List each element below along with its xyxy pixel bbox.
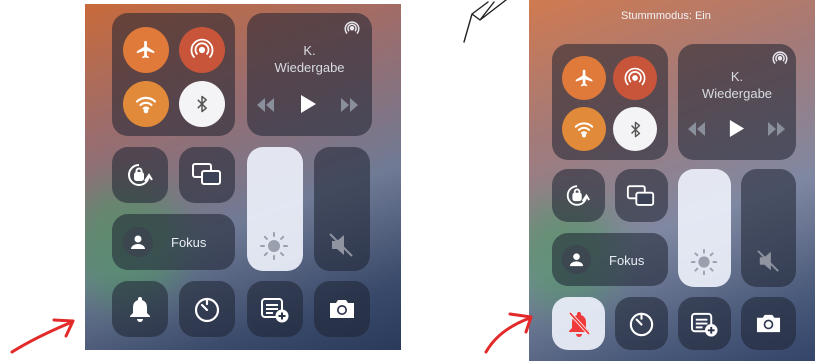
media-title-line1: K. xyxy=(303,43,316,58)
airdrop-icon xyxy=(190,38,214,62)
wifi-button[interactable] xyxy=(562,107,606,151)
rewind-icon[interactable] xyxy=(255,98,275,112)
media-title: K. Wiedergabe xyxy=(678,68,796,102)
airplane-icon xyxy=(135,39,157,61)
media-title-line2: Wiedergabe xyxy=(701,86,773,101)
wifi-icon xyxy=(573,118,595,140)
cellular-button[interactable] xyxy=(613,56,657,100)
airdrop-icon xyxy=(624,67,646,89)
timer-icon xyxy=(627,310,656,339)
focus-avatar xyxy=(562,245,591,274)
bluetooth-button[interactable] xyxy=(613,107,657,151)
timer-icon xyxy=(192,295,222,325)
media-title-line2: Wiedergabe xyxy=(274,60,345,75)
airplane-mode-button[interactable] xyxy=(123,27,169,73)
mute-speaker-icon xyxy=(756,249,782,273)
bluetooth-icon xyxy=(626,120,645,139)
sketch-pointer-doodle xyxy=(463,0,507,43)
control-center-after: Stummmodus: Ein K. Wiedergabe Fokus xyxy=(529,0,815,361)
focus-label: Fokus xyxy=(609,253,645,268)
person-icon xyxy=(129,233,147,251)
screen-mirroring-icon xyxy=(191,162,223,186)
bluetooth-button[interactable] xyxy=(179,81,225,127)
cellular-button[interactable] xyxy=(179,27,225,73)
rewind-icon[interactable] xyxy=(686,122,706,136)
rotation-lock-icon xyxy=(564,182,592,209)
forward-icon[interactable] xyxy=(767,122,787,136)
play-icon[interactable] xyxy=(728,119,745,138)
annotation-arrow-left xyxy=(10,318,75,354)
notes-add-icon xyxy=(260,296,290,324)
brightness-icon xyxy=(689,247,719,277)
control-center-before: K. Wiedergabe Fokus xyxy=(85,4,401,350)
focus-label: Fokus xyxy=(171,235,207,250)
wifi-icon xyxy=(134,92,158,116)
bell-slash-icon xyxy=(566,310,592,338)
focus-avatar xyxy=(123,227,153,257)
bluetooth-icon xyxy=(192,94,212,114)
screen-mirroring-icon xyxy=(626,184,656,207)
wifi-button[interactable] xyxy=(123,81,169,127)
silent-mode-status: Stummmodus: Ein xyxy=(621,10,711,22)
mute-speaker-icon xyxy=(328,232,356,258)
forward-icon[interactable] xyxy=(340,98,360,112)
airplane-icon xyxy=(574,68,595,89)
airplane-mode-button[interactable] xyxy=(562,56,606,100)
airplay-icon[interactable] xyxy=(343,20,361,38)
brightness-icon xyxy=(258,230,290,262)
notes-add-icon xyxy=(690,311,719,338)
media-title: K. Wiedergabe xyxy=(247,42,372,76)
airplay-icon[interactable] xyxy=(771,50,789,68)
camera-icon xyxy=(754,311,783,336)
camera-icon xyxy=(327,296,357,322)
annotation-arrow-right xyxy=(484,312,533,354)
media-title-line1: K. xyxy=(730,69,744,84)
play-icon[interactable] xyxy=(299,94,317,114)
bell-icon xyxy=(128,295,152,323)
person-icon xyxy=(568,251,585,268)
rotation-lock-icon xyxy=(125,161,155,189)
